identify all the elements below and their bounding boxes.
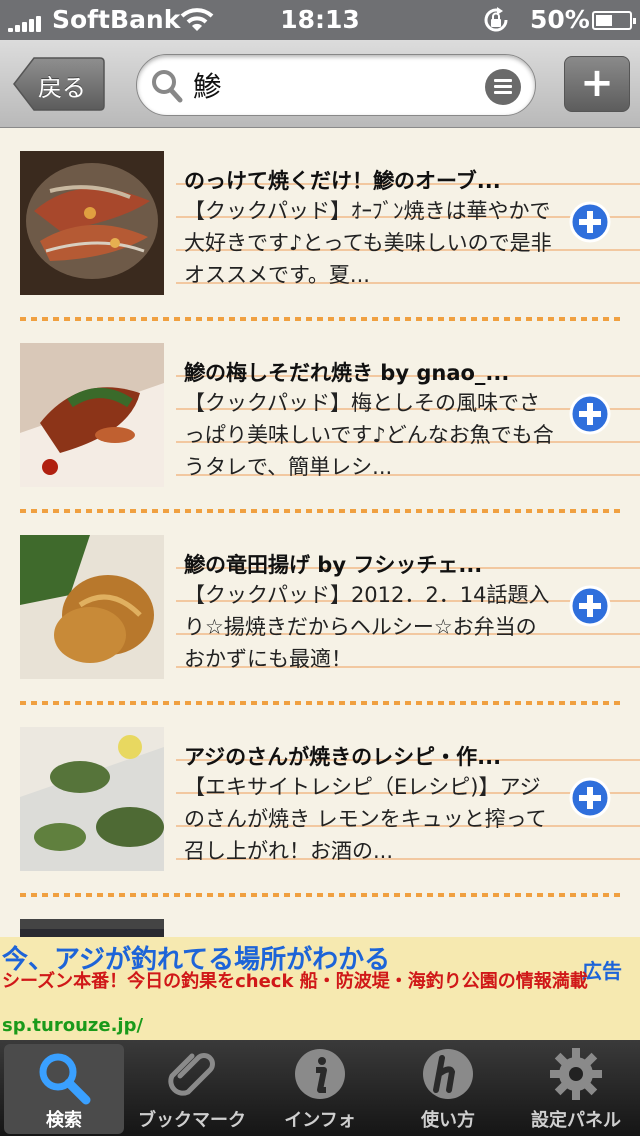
paperclip-icon [168,1053,215,1096]
tab-help[interactable]: 使い方 [384,1040,512,1136]
status-bar: SoftBank 18:13 50% [0,0,640,40]
recipe-title[interactable]: 鯵の梅しそだれ焼き by gnao_... [184,357,564,387]
tab-label: 使い方 [421,1110,475,1131]
search-options-icon[interactable] [485,69,521,105]
add-bookmark-icon[interactable] [569,393,611,435]
add-button[interactable]: + [564,56,630,112]
help-h-icon [423,1049,473,1099]
recipe-thumbnail [20,343,164,487]
gear-icon [550,1048,602,1100]
add-bookmark-icon[interactable] [569,585,611,627]
tab-settings[interactable]: 設定パネル [512,1040,640,1136]
add-bookmark-icon[interactable] [569,201,611,243]
search-icon [39,1053,91,1105]
recipe-thumbnail [20,535,164,679]
tab-label: ブックマーク [138,1110,246,1131]
list-item[interactable]: 鯵の竜田揚げ by フシッチェ... 【クックパッド】2012．2．14話題入り… [0,513,640,705]
tab-info[interactable]: インフォ [256,1040,384,1136]
recipe-description: 【クックパッド】2012．2．14話題入り☆揚焼きだからヘルシー☆お弁当のおかず… [184,583,550,671]
tab-label: インフォ [284,1110,356,1131]
recipe-title[interactable]: のっけて焼くだけ！鯵のオーブ... [184,165,564,195]
ad-url[interactable]: sp.turouze.jp/ [2,1015,143,1036]
recipe-thumbnail [20,919,164,937]
ad-body[interactable]: シーズン本番！今日の釣果をcheck 船・防波堤・海釣り公園の情報満載 [2,971,634,993]
recipe-description: 【クックパッド】ｵｰﾌﾞﾝ焼きは華やかで大好きです♪とっても美味しいので是非オス… [184,199,552,287]
list-item[interactable]: アジのさんが焼きのレシピ・作... 【エキサイトレシピ（Eレシピ)】アジのさんが… [0,705,640,897]
list-item[interactable]: のっけて焼くだけ！鯵のオーブ... 【クックパッド】ｵｰﾌﾞﾝ焼きは華やかで大好… [0,129,640,321]
recipe-description: 【エキサイトレシピ（Eレシピ)】アジのさんが焼き レモンをキュッと搾って召し上が… [184,775,547,863]
recipe-description: 【クックパッド】梅としその風味でさっぱり美味しいです♪どんなお魚でも合うタレで、… [184,391,554,479]
navigation-bar: 戻る + [0,40,640,128]
recipe-list[interactable]: のっけて焼くだけ！鯵のオーブ... 【クックパッド】ｵｰﾌﾞﾝ焼きは華やかで大好… [0,129,640,937]
tab-label: 設定パネル [531,1110,621,1131]
search-field[interactable] [136,54,536,116]
search-icon [152,70,183,103]
info-icon [295,1049,345,1099]
list-item-partial[interactable] [0,897,640,937]
add-bookmark-icon[interactable] [569,777,611,819]
ad-banner[interactable]: 今、アジが釣れてる場所がわかる 広告 シーズン本番！今日の釣果をcheck 船・… [0,937,640,1040]
recipe-thumbnail [20,151,164,295]
recipe-thumbnail [20,727,164,871]
tab-search[interactable]: 検索 [4,1044,124,1134]
back-button-label: 戻る [38,74,86,102]
list-item[interactable]: 鯵の梅しそだれ焼き by gnao_... 【クックパッド】梅としその風味でさっ… [0,321,640,513]
tab-bar: 検索 ブックマーク インフォ 使い方 設定パネル [0,1040,640,1136]
back-button[interactable]: 戻る [12,56,106,112]
search-input[interactable] [193,65,473,105]
recipe-title[interactable]: アジのさんが焼きのレシピ・作... [184,741,564,771]
recipe-title[interactable]: 鯵の竜田揚げ by フシッチェ... [184,549,564,579]
rotation-lock-icon [484,7,508,32]
tab-label: 検索 [46,1110,82,1131]
battery-percent: 50% [530,5,590,34]
tab-bookmarks[interactable]: ブックマーク [128,1040,256,1136]
battery-icon [592,11,636,30]
add-button-label: + [580,60,614,106]
